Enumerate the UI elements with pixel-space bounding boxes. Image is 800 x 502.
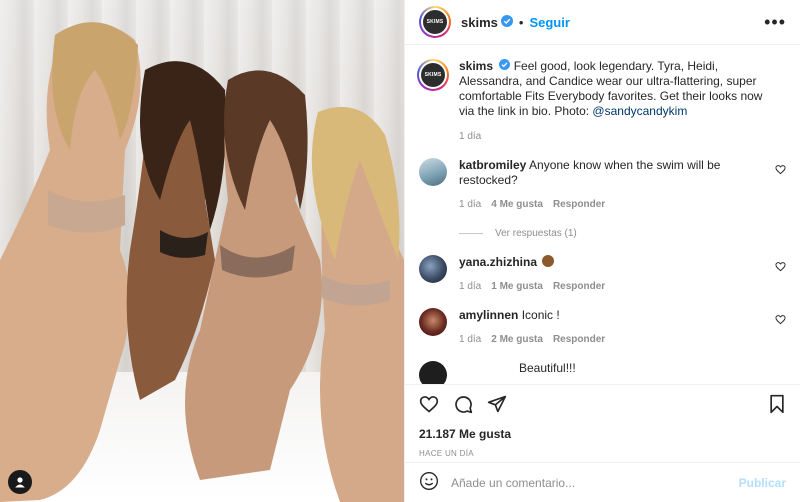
photo-figures (0, 22, 404, 502)
verified-badge-icon (500, 14, 513, 30)
comment-input[interactable] (451, 475, 739, 490)
brand-logo: SKIMS (423, 10, 447, 34)
caption-avatar-inner: SKIMS (419, 61, 447, 89)
follow-button[interactable]: Seguir (529, 15, 569, 30)
person-icon (15, 477, 25, 488)
caption-time[interactable]: 1 día (459, 131, 481, 142)
publish-button[interactable]: Publicar (739, 476, 786, 490)
reply-button[interactable]: Responder (553, 281, 605, 292)
comment-username[interactable]: amylinnen (459, 308, 518, 322)
commenter-avatar[interactable] (419, 255, 447, 284)
brown-heart-emoji-icon (542, 255, 555, 268)
view-replies-button[interactable]: Ver respuestas (1) (459, 228, 786, 239)
comment-item: amylinnen Iconic ! 1 día 2 Me gusta Resp… (419, 308, 786, 345)
like-comment-heart-icon[interactable] (775, 164, 786, 178)
caption-text-block: skims Feel good, look legendary. Tyra, H… (459, 59, 764, 119)
commenter-avatar[interactable] (419, 361, 447, 384)
comment-composer: Publicar (405, 462, 800, 502)
author-username[interactable]: skims (461, 15, 498, 30)
comment-text: Beautiful!!! (519, 361, 576, 376)
comment-body: amylinnen Iconic ! 1 día 2 Me gusta Resp… (459, 308, 786, 345)
avatar-inner: SKIMS (421, 8, 449, 36)
comment-username[interactable]: yana.zhizhina (459, 255, 537, 269)
comment-item: yana.zhizhina 1 día 1 Me gusta Responder (419, 255, 786, 292)
comment-username[interactable]: katbromiley (459, 158, 526, 172)
likes-count[interactable]: 21.187 Me gusta (419, 427, 786, 441)
like-heart-icon[interactable] (419, 394, 439, 417)
comment-text-block: Beautiful!!! (459, 361, 764, 376)
verified-badge-icon (499, 59, 511, 74)
comment-meta: 1 día 1 Me gusta Responder (459, 281, 764, 292)
comment-meta: 1 día 2 Me gusta Responder (459, 334, 764, 345)
caption-brand-logo: SKIMS (421, 63, 445, 87)
caption-username[interactable]: skims (459, 59, 493, 73)
comment-item: katbromiley Anyone know when the swim wi… (419, 158, 786, 210)
reply-button[interactable]: Responder (553, 199, 605, 210)
comment-body: yana.zhizhina 1 día 1 Me gusta Responder (459, 255, 786, 292)
share-paper-plane-icon[interactable] (487, 394, 507, 417)
comment-time[interactable]: 1 día (459, 281, 481, 292)
comment-text: Iconic ! (521, 308, 560, 323)
caption-meta: 1 día (459, 131, 764, 142)
comment-body: Beautiful!!! (459, 361, 786, 384)
posted-time[interactable]: HACE UN DÍA (419, 449, 786, 458)
save-bookmark-icon[interactable] (768, 394, 786, 417)
post-panel: SKIMS skims • Seguir ••• SKIMS skims Fee… (404, 0, 800, 502)
separator-dot: • (518, 14, 524, 30)
post-modal: SKIMS skims • Seguir ••• SKIMS skims Fee… (0, 0, 800, 502)
post-header: SKIMS skims • Seguir ••• (405, 0, 800, 45)
caption-avatar[interactable]: SKIMS (417, 59, 449, 91)
commenter-avatar[interactable] (419, 158, 447, 187)
caption-mention-link[interactable]: @sandycandykim (592, 104, 687, 118)
replies-line (459, 233, 483, 235)
caption-body: skims Feel good, look legendary. Tyra, H… (459, 59, 786, 142)
comment-item-partial: Beautiful!!! (419, 361, 786, 384)
comment-text-block: yana.zhizhina (459, 255, 764, 270)
comment-time[interactable]: 1 día (459, 199, 481, 210)
tagged-people-button[interactable] (8, 470, 32, 494)
post-photo[interactable] (0, 0, 404, 502)
author-avatar[interactable]: SKIMS (419, 6, 451, 38)
caption: SKIMS skims Feel good, look legendary. T… (417, 59, 786, 142)
comment-time[interactable]: 1 día (459, 334, 481, 345)
comment-text-block: amylinnen Iconic ! (459, 308, 764, 323)
action-bar (419, 385, 786, 425)
comments-list[interactable]: SKIMS skims Feel good, look legendary. T… (405, 45, 800, 384)
reply-button[interactable]: Responder (553, 334, 605, 345)
emoji-smiley-icon[interactable] (419, 471, 439, 494)
commenter-avatar[interactable] (419, 308, 447, 337)
more-options-icon[interactable]: ••• (764, 12, 786, 33)
like-comment-heart-icon[interactable] (775, 314, 786, 328)
view-replies-label: Ver respuestas (1) (495, 228, 577, 240)
comment-body: katbromiley Anyone know when the swim wi… (459, 158, 786, 210)
comment-likes[interactable]: 4 Me gusta (491, 199, 543, 210)
comment-likes[interactable]: 1 Me gusta (491, 281, 543, 292)
like-comment-heart-icon[interactable] (775, 261, 786, 275)
comment-meta: 1 día 4 Me gusta Responder (459, 199, 764, 210)
comment-bubble-icon[interactable] (453, 394, 473, 417)
comment-text-block: katbromiley Anyone know when the swim wi… (459, 158, 764, 188)
comment-likes[interactable]: 2 Me gusta (491, 334, 543, 345)
